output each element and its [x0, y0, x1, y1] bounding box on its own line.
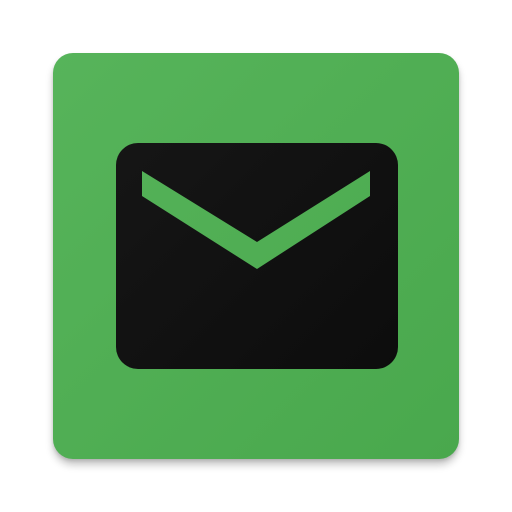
app-icon-canvas	[0, 0, 512, 512]
mail-app-icon[interactable]	[53, 53, 459, 459]
mail-envelope-icon	[116, 143, 398, 369]
